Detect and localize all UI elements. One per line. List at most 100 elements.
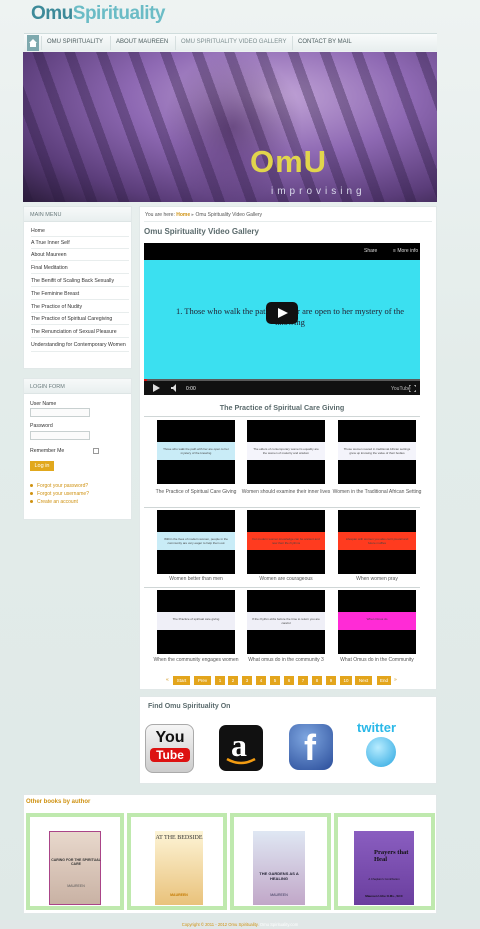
home-icon [29,39,37,47]
video-title[interactable]: What omus do in the community 3 [241,656,331,664]
video-title[interactable]: Women should examine their inner lives [241,488,331,496]
fullscreen-icon[interactable] [409,385,416,392]
thumbnail-slide-text: Those who walk the path with her are ope… [163,447,229,455]
video-thumbnail[interactable]: The elders of contemporary women's equal… [247,420,325,484]
book-cover: CARING FOR THE SPIRITUAL CARE MAUREEN [49,831,101,905]
main-menu-panel: MAIN MENU Home A True Inner Self About M… [23,206,132,369]
username-field[interactable] [30,408,90,417]
books-heading: Other books by author [26,799,91,805]
page-button[interactable]: Start [173,676,190,685]
twitter-bird-icon [366,737,396,767]
page-button[interactable]: 10 [340,676,352,685]
page-button[interactable]: 3 [242,676,252,685]
video-thumbnail[interactable]: The Practice of spiritual care giving [157,590,235,654]
thumbnail-slide-text: Lifespan with women you also can't preva… [345,537,409,545]
home-button[interactable] [27,35,39,51]
footer-copyright: Copyright © 2011 - 2012 Omu Spirituality… [181,922,259,927]
menu-item-home[interactable]: Home [31,228,129,237]
book-item[interactable]: Prayers that Heal A Chaplain's Contribut… [334,813,435,910]
amazon-link[interactable]: a [219,725,263,771]
twitter-wordmark: twitter [357,720,396,735]
twitter-link[interactable]: twitter [356,720,408,774]
facebook-icon: f [304,727,316,768]
video-player[interactable]: Share ≡ More info 1. Those who walk the … [144,243,420,395]
thumbnail-slide-text: If the rhythm ebbs before the time to re… [252,617,320,625]
social-heading: Find Omu Spirituality On [148,703,231,710]
password-label: Password [30,423,53,429]
nav-about-maureen[interactable]: ABOUT MAUREEN [116,39,168,45]
video-thumbnail[interactable]: Lifespan with women you also can't preva… [338,510,416,574]
video-title[interactable]: Women better than men [151,575,241,583]
video-thumbnail[interactable]: Those who walk the path with her are ope… [157,420,235,484]
book-cover: AT THE BEDSIDE MAUREEN [155,831,203,905]
play-small-icon[interactable] [153,384,160,392]
pager-next-marker: » [394,677,397,683]
breadcrumb-home[interactable]: Home [176,212,190,218]
thumbnail-slide-text: The Practice of spiritual care giving [172,617,220,621]
menu-item-final-meditation[interactable]: Final Meditation [31,265,129,274]
video-thumbnail[interactable]: When Omus do [338,590,416,654]
page-button[interactable]: 1 [215,676,225,685]
nav-omu-spirituality[interactable]: OMU SPIRITUALITY [47,39,103,45]
main-menu-heading: MAIN MENU [24,207,131,222]
book-item[interactable]: CARING FOR THE SPIRITUAL CARE MAUREEN [26,813,124,910]
page-button[interactable]: 8 [312,676,322,685]
menu-item-understanding[interactable]: Understanding for Contemporary Women [31,342,129,352]
thumbnail-slide-text: For modern women knowledge can be ancien… [252,537,320,545]
play-button[interactable] [266,302,298,324]
book-item[interactable]: THE GARDENS AS A HEALING MAUREEN [230,813,331,910]
page-button[interactable]: Prev [194,676,211,685]
page-button[interactable]: 2 [228,676,238,685]
page-button[interactable]: 9 [326,676,336,685]
share-button[interactable]: Share [364,248,377,254]
video-thumbnail[interactable]: If the rhythm ebbs before the time to re… [247,590,325,654]
video-thumbnail[interactable]: Those women reared in traditional Africa… [338,420,416,484]
more-info-button[interactable]: ≡ More info [393,248,418,254]
remember-checkbox[interactable] [93,448,99,454]
video-thumbnail[interactable]: For modern women knowledge can be ancien… [247,510,325,574]
video-title[interactable]: Women are courageous [241,575,331,583]
password-field[interactable] [30,431,90,440]
page-button[interactable]: 6 [284,676,294,685]
banner-title: OmU [250,144,328,179]
page-button[interactable]: End [377,676,391,685]
page-button[interactable]: 4 [256,676,266,685]
youtube-logo[interactable]: YouTube [391,386,411,392]
menu-item-about-maureen[interactable]: About Maureen [31,252,129,261]
video-title[interactable]: What Omus do in the Community [332,656,422,664]
video-title[interactable]: Women in the Traditional African Setting [332,488,422,496]
page-button[interactable]: Next [355,676,372,685]
facebook-link[interactable]: f [289,724,333,770]
site-logo[interactable]: OmuSpirituality [31,3,165,25]
menu-item-feminine-breast[interactable]: The Feminine Breast [31,291,129,300]
forgot-password-link[interactable]: Forgot your password? [30,483,88,489]
login-button[interactable]: Log in [30,461,54,471]
book-item[interactable]: AT THE BEDSIDE MAUREEN [127,813,227,910]
video-title[interactable]: When women pray [332,575,422,583]
volume-icon[interactable] [171,384,180,392]
menu-item-spiritual-caregiving[interactable]: The Practice of Spiritual Caregiving [31,316,129,325]
video-title[interactable]: The Practice of Spiritual Care Giving [151,488,241,496]
menu-item-true-inner-self[interactable]: A True Inner Self [31,240,129,249]
menu-item-scaling-back[interactable]: The Benifit of Scaling Back Sexually [31,278,129,287]
video-title[interactable]: When the community engages women [151,656,241,664]
logo-part2: Spirituality [72,3,166,24]
menu-item-renunciation[interactable]: The Renunciation of Sexual Pleasure [31,329,129,338]
video-thumbnail[interactable]: Within the lives of modern women, people… [157,510,235,574]
thumbnail-slide-text: The elders of contemporary women's equal… [253,447,319,455]
footer: Copyright © 2011 - 2012 Omu Spirituality… [0,920,480,929]
header-banner: OmU improvising [23,52,437,202]
nav-video-gallery[interactable]: OMU SPIRITUALITY VIDEO GALLERY [181,39,286,45]
video-time: 0:00 [186,386,196,392]
username-label: User Name [30,401,57,407]
page-button[interactable]: 5 [270,676,280,685]
footer-link[interactable]: Omu Spirituality.com [260,922,298,927]
thumbnail-slide-text: When Omus do [366,617,388,621]
create-account-link[interactable]: Create an account [30,499,78,505]
menu-item-practice-nudity[interactable]: The Practice of Nudity [31,304,129,313]
page-button[interactable]: 7 [298,676,308,685]
forgot-username-link[interactable]: Forgot your username? [30,491,89,497]
pager-prev-marker: « [166,677,169,683]
nav-contact-by-mail[interactable]: CONTACT BY MAIL [298,39,352,45]
youtube-link[interactable]: You Tube [145,724,194,773]
